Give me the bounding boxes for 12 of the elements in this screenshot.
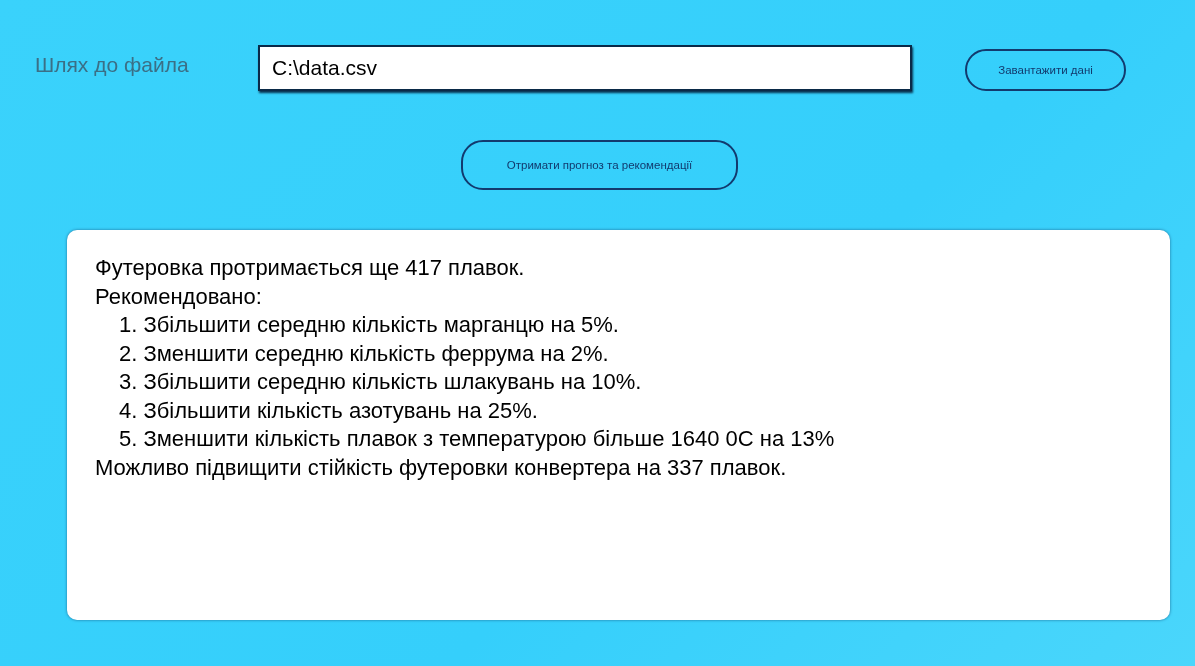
recommendation-item: 5. Зменшити кількість плавок з температурою більше 1640 0C на 13% [118,425,836,453]
load-data-button[interactable]: Завантажити дані [965,49,1126,91]
output-text: Футеровка протримається ще 417 плавок. [95,254,526,282]
recommendation-item: 1. Збільшити середню кількість марганцю на 5%. [118,311,620,339]
recommendation-item: 3. Збільшити середню кількість шлакувань на 10%. [118,368,643,396]
file-path-label: Шлях до файла [35,53,190,77]
output-text: Рекомендовано: [95,282,263,311]
output-text: Можливо підвищити стійкість футеровки конвертера на 337 плавок. [95,453,788,482]
file-path-field[interactable]: C:\data.csv [258,45,912,91]
forecast-button[interactable]: Отримати прогноз та рекомендації [461,140,738,190]
recommendation-item: 4. Збільшити кількість азотувань на 25%. [118,396,539,425]
recommendation-item: 2. Зменшити середню кількість феррума на 2%. [118,339,610,368]
